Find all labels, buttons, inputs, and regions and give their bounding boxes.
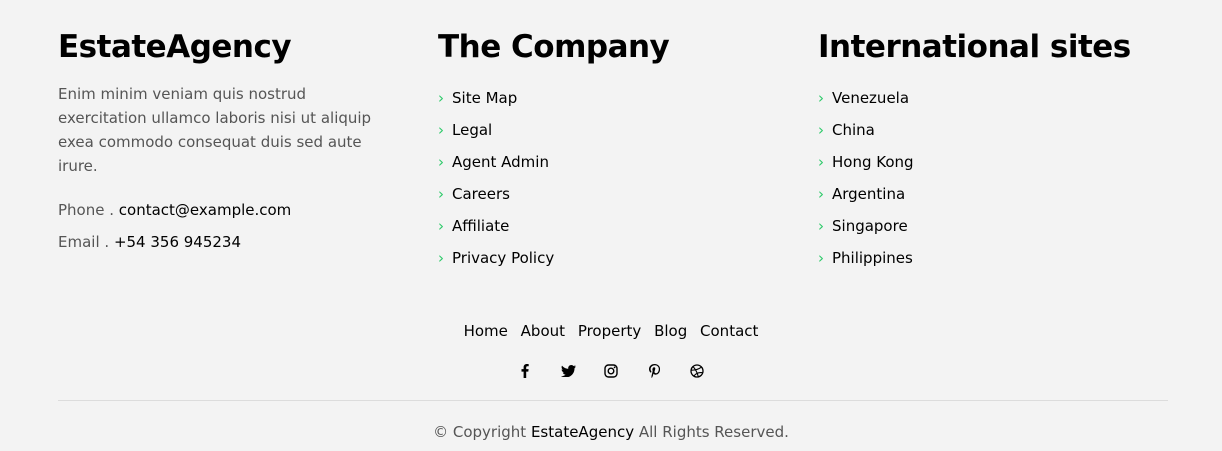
link-label: Singapore [832, 217, 908, 235]
instagram-icon[interactable] [602, 360, 620, 382]
link-label: Careers [452, 185, 510, 203]
company-link-privacy-policy[interactable]: › Privacy Policy [438, 246, 778, 278]
international-links: › Venezuela › China › Hong Kong › Argentina … [818, 86, 1178, 278]
nav-link-blog[interactable]: Blog [654, 322, 687, 340]
chevron-right-icon: › [438, 153, 444, 171]
nav-link-about[interactable]: About [521, 322, 565, 340]
chevron-right-icon: › [818, 185, 824, 203]
chevron-right-icon: › [818, 121, 824, 139]
site-footer: EstateAgency Enim minim veniam quis nost… [0, 0, 1222, 451]
company-link-affiliate[interactable]: › Affiliate [438, 214, 778, 246]
email-label: Email . [58, 233, 110, 251]
phone-value[interactable]: contact@example.com [119, 201, 292, 219]
intl-link-singapore[interactable]: › Singapore [818, 214, 1178, 246]
pinterest-icon[interactable] [645, 360, 663, 382]
link-label: Site Map [452, 89, 518, 107]
copyright: © Copyright EstateAgency All Rights Rese… [0, 420, 1222, 444]
chevron-right-icon: › [438, 217, 444, 235]
link-label: Legal [452, 121, 493, 139]
copyright-prefix: © Copyright [433, 423, 527, 441]
company-link-agent-admin[interactable]: › Agent Admin [438, 150, 778, 182]
link-label: Philippines [832, 249, 913, 267]
intl-link-philippines[interactable]: › Philippines [818, 246, 1178, 278]
bottom-nav: Home About Property Blog Contact [0, 319, 1222, 343]
email-value[interactable]: +54 356 945234 [114, 233, 241, 251]
link-label: Agent Admin [452, 153, 549, 171]
phone-label: Phone . [58, 201, 115, 219]
about-title: EstateAgency [58, 29, 292, 65]
link-label: Venezuela [832, 89, 910, 107]
social-links [0, 360, 1222, 382]
international-title: International sites [818, 29, 1131, 65]
nav-link-home[interactable]: Home [464, 322, 508, 340]
company-link-site-map[interactable]: › Site Map [438, 86, 778, 118]
copyright-brand: EstateAgency [530, 423, 635, 441]
chevron-right-icon: › [438, 185, 444, 203]
about-description: Enim minim veniam quis nostrud exercitat… [58, 85, 372, 175]
intl-link-venezuela[interactable]: › Venezuela [818, 86, 1178, 118]
dribbble-icon[interactable] [688, 360, 706, 382]
intl-link-hong-kong[interactable]: › Hong Kong [818, 150, 1178, 182]
chevron-right-icon: › [438, 121, 444, 139]
link-label: Argentina [832, 185, 906, 203]
international-column: International sites › Venezuela › China › H… [818, 28, 1178, 278]
email-line: Email . +54 356 945234 [58, 230, 398, 254]
link-label: Privacy Policy [452, 249, 555, 267]
link-label: Hong Kong [832, 153, 914, 171]
chevron-right-icon: › [818, 89, 824, 107]
link-label: China [832, 121, 875, 139]
chevron-right-icon: › [818, 217, 824, 235]
phone-line: Phone . contact@example.com [58, 198, 398, 222]
chevron-right-icon: › [818, 153, 824, 171]
link-label: Affiliate [452, 217, 510, 235]
copyright-suffix: All Rights Reserved. [638, 423, 789, 441]
facebook-icon[interactable] [516, 360, 534, 382]
company-link-careers[interactable]: › Careers [438, 182, 778, 214]
chevron-right-icon: › [438, 249, 444, 267]
intl-link-argentina[interactable]: › Argentina [818, 182, 1178, 214]
footer-divider [58, 400, 1168, 401]
about-column: EstateAgency Enim minim veniam quis nost… [58, 28, 398, 254]
company-link-legal[interactable]: › Legal [438, 118, 778, 150]
chevron-right-icon: › [438, 89, 444, 107]
company-title: The Company [438, 29, 670, 65]
nav-link-contact[interactable]: Contact [700, 322, 758, 340]
twitter-icon[interactable] [559, 360, 577, 382]
intl-link-china[interactable]: › China [818, 118, 1178, 150]
company-links: › Site Map › Legal › Agent Admin › Careers ›… [438, 86, 778, 278]
company-column: The Company › Site Map › Legal › Agent Admi… [438, 28, 778, 278]
nav-link-property[interactable]: Property [578, 322, 641, 340]
chevron-right-icon: › [818, 249, 824, 267]
